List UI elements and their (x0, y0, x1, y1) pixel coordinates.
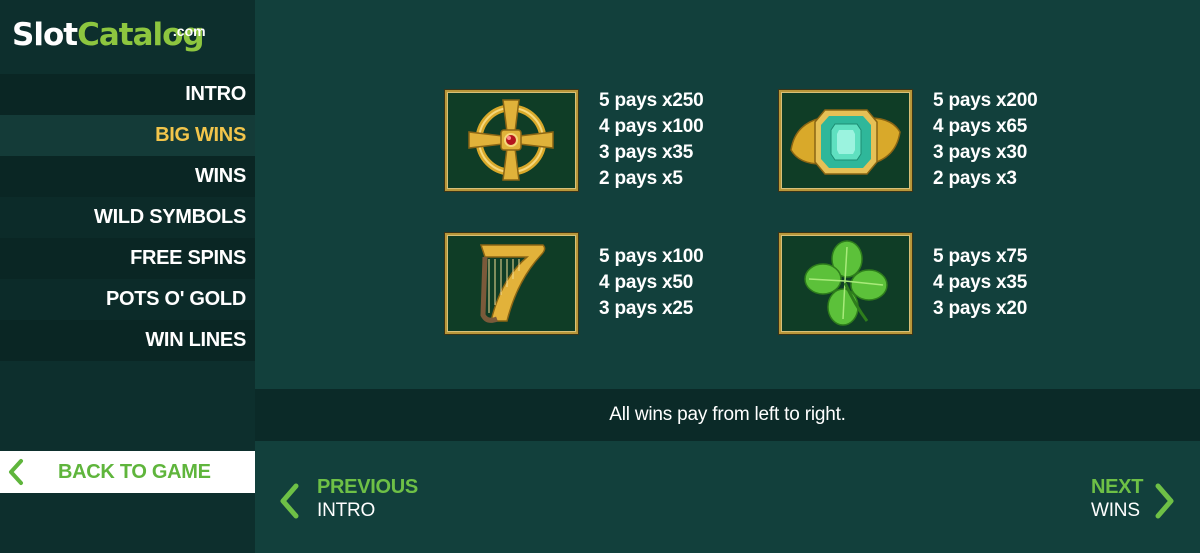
pays-list-emerald: 5 pays x200 4 pays x65 3 pays x30 2 pays… (933, 88, 1038, 192)
pays-line: 4 pays x100 (599, 116, 704, 137)
pays-line: 5 pays x75 (933, 246, 1028, 267)
sidebar: SlotCatalog .com INTRO BIG WINS WINS WIL… (0, 0, 255, 553)
pays-list-celtic-cross: 5 pays x250 4 pays x100 3 pays x35 2 pay… (599, 88, 704, 192)
pays-list-clover: 5 pays x75 4 pays x35 3 pays x20 (933, 244, 1027, 322)
pays-line: 5 pays x200 (933, 90, 1038, 111)
pays-line: 3 pays x20 (933, 298, 1028, 319)
previous-page-name: INTRO (317, 500, 376, 521)
back-to-game-label: BACK TO GAME (58, 461, 211, 483)
pays-line: 2 pays x5 (599, 168, 683, 189)
chevron-right-icon (1155, 483, 1174, 519)
menu-item-pots-o-gold[interactable]: POTS O' GOLD (0, 279, 255, 320)
previous-page-button[interactable]: PREVIOUS INTRO (277, 476, 437, 526)
pays-line: 4 pays x50 (599, 272, 694, 293)
menu-item-wins[interactable]: WINS (0, 156, 255, 197)
menu-item-wild-symbols[interactable]: WILD SYMBOLS (0, 197, 255, 238)
menu-item-big-wins[interactable]: BIG WINS (0, 115, 255, 156)
slotcatalog-logo[interactable]: SlotCatalog .com (12, 10, 206, 60)
pays-line: 2 pays x3 (933, 168, 1017, 189)
main-panel: 5 pays x250 4 pays x100 3 pays x35 2 pay… (255, 0, 1200, 553)
pays-line: 3 pays x30 (933, 142, 1028, 163)
chevron-left-icon (9, 459, 23, 485)
pays-line: 3 pays x25 (599, 298, 694, 319)
menu-item-intro[interactable]: INTRO (0, 74, 255, 115)
pays-line: 5 pays x250 (599, 90, 704, 111)
celtic-cross-icon (445, 90, 578, 191)
chevron-left-icon (280, 483, 299, 519)
pays-list-harp: 5 pays x100 4 pays x50 3 pays x25 (599, 244, 704, 322)
four-leaf-clover-icon (779, 233, 912, 334)
help-menu: INTRO BIG WINS WINS WILD SYMBOLS FREE SP… (0, 74, 255, 361)
next-page-button[interactable]: NEXT WINS (1075, 476, 1180, 526)
wins-direction-note: All wins pay from left to right. (255, 389, 1200, 441)
pays-line: 3 pays x35 (599, 142, 694, 163)
golden-harp-icon (445, 233, 578, 334)
paytable: 5 pays x250 4 pays x100 3 pays x35 2 pay… (255, 0, 1200, 388)
previous-label: PREVIOUS (317, 476, 418, 498)
emerald-gem-icon (779, 90, 912, 191)
pays-line: 4 pays x35 (933, 272, 1028, 293)
next-page-name: WINS (1091, 500, 1140, 521)
next-label: NEXT (1091, 476, 1144, 498)
pays-line: 5 pays x100 (599, 246, 704, 267)
pays-line: 4 pays x65 (933, 116, 1028, 137)
menu-item-free-spins[interactable]: FREE SPINS (0, 238, 255, 279)
menu-item-win-lines[interactable]: WIN LINES (0, 320, 255, 361)
back-to-game-button[interactable]: BACK TO GAME (0, 451, 255, 493)
